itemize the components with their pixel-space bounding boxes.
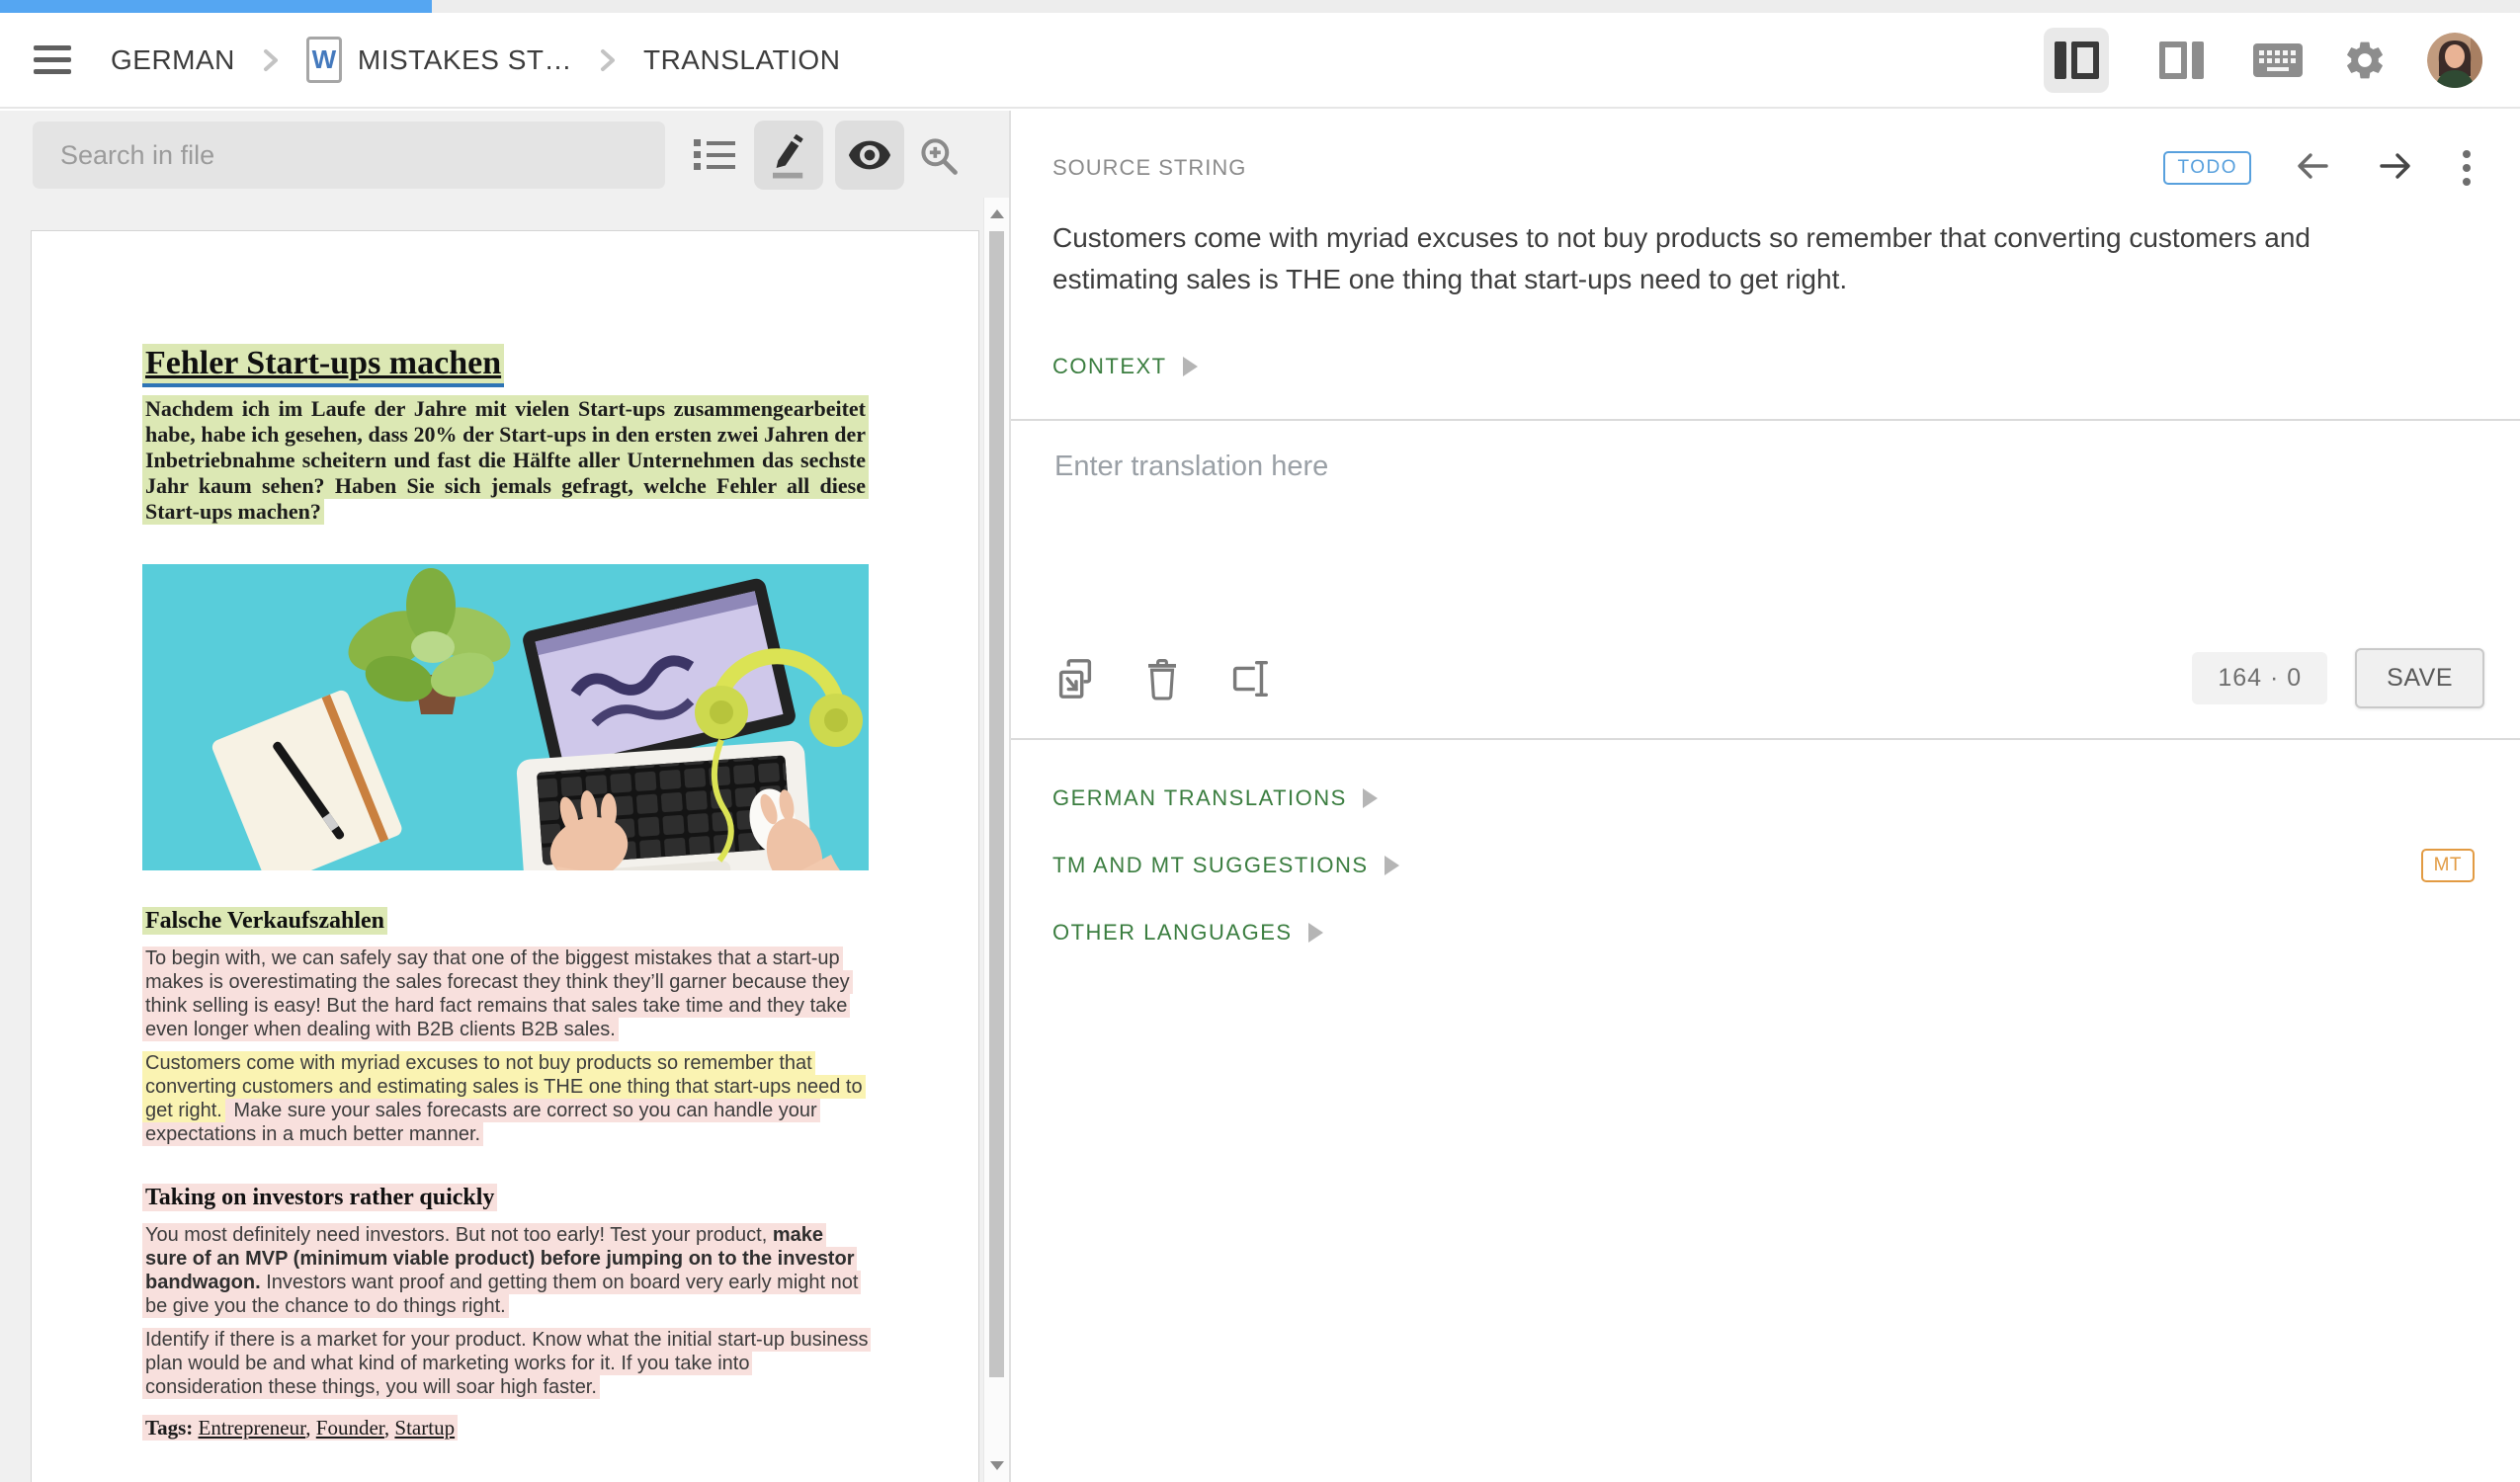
section-tm-mt-suggestions[interactable]: TM AND MT SUGGESTIONS MT — [1052, 851, 2475, 880]
hamburger-menu-icon[interactable] — [34, 39, 71, 81]
char-word-counter: 164 · 0 — [2192, 652, 2327, 704]
chevron-right-icon — [598, 45, 618, 75]
settings-button[interactable] — [2342, 38, 2388, 83]
expand-triangle-icon — [1385, 856, 1399, 875]
scroll-up-arrow-icon[interactable] — [990, 209, 1004, 218]
context-label: CONTEXT — [1052, 354, 1167, 379]
copy-source-icon — [1052, 656, 1098, 701]
doc-heading-investors: Taking on investors rather quickly — [142, 1182, 869, 1213]
panel-right-layout-icon — [2159, 41, 2204, 79]
user-avatar[interactable] — [2427, 33, 2482, 88]
translate-mode-button[interactable] — [754, 121, 823, 190]
translation-progress-track — [0, 0, 2520, 13]
doc-paragraph-sales-1: To begin with, we can safely say that on… — [142, 947, 869, 1041]
tag-link[interactable]: Entrepreneur — [199, 1416, 306, 1440]
next-string-button[interactable] — [2376, 149, 2415, 188]
breadcrumb-language[interactable]: GERMAN — [111, 44, 235, 76]
source-string-label: SOURCE STRING — [1052, 155, 1246, 181]
search-input[interactable] — [33, 122, 665, 189]
doc-photo-desk-flatlay — [142, 564, 869, 870]
section-other-languages[interactable]: OTHER LANGUAGES — [1052, 918, 2475, 947]
editor-actions-row: 164 · 0 SAVE — [1011, 648, 2520, 738]
scroll-down-arrow-icon[interactable] — [990, 1461, 1004, 1470]
doc-paragraph-sales-2: Customers come with myriad excuses to no… — [142, 1051, 869, 1146]
chevron-right-icon — [261, 45, 281, 75]
translation-input[interactable] — [1011, 421, 2520, 648]
select-text-button[interactable] — [1226, 656, 1272, 701]
doc-heading-investors-string[interactable]: Taking on investors rather quickly — [142, 1184, 497, 1211]
doc-intro-paragraph: Nachdem ich im Laufe der Jahre mit viele… — [142, 396, 869, 525]
doc-string[interactable]: You most definitely need investors. But … — [142, 1223, 861, 1318]
settings-gear-icon — [2342, 38, 2388, 83]
topbar-actions — [2044, 28, 2482, 93]
source-string-header: SOURCE STRING TODO — [1011, 111, 2520, 190]
side-by-side-layout-button[interactable] — [2044, 28, 2109, 93]
doc-title-string[interactable]: Fehler Start-ups machen — [142, 344, 504, 387]
mt-badge: MT — [2421, 849, 2475, 882]
doc-string[interactable]: Identify if there is a market for your p… — [142, 1328, 871, 1399]
doc-heading-sales-string[interactable]: Falsche Verkaufszahlen — [142, 907, 387, 935]
word-document-icon: W — [306, 37, 342, 83]
tag-link[interactable]: Founder — [316, 1416, 384, 1440]
document-preview-page: Fehler Start-ups machen Nachdem ich im L… — [31, 230, 979, 1482]
context-expander[interactable]: CONTEXT — [1052, 354, 1198, 379]
comfortable-layout-button[interactable] — [2148, 28, 2214, 93]
doc-paragraph-investors-1: You most definitely need investors. But … — [142, 1223, 869, 1318]
zoom-in-icon[interactable] — [917, 134, 961, 183]
strings-list-icon[interactable] — [692, 136, 737, 179]
doc-tags-line: Tags: Entrepreneur, Founder, Startup — [142, 1415, 869, 1441]
doc-heading-sales: Falsche Verkaufszahlen — [142, 905, 869, 937]
breadcrumb-file[interactable]: W MISTAKES ST… — [306, 37, 572, 83]
expand-triangle-icon — [1183, 357, 1198, 376]
save-button[interactable]: SAVE — [2355, 648, 2484, 708]
file-preview-panel: Fehler Start-ups machen Nachdem ich im L… — [0, 111, 1009, 1482]
section-german-translations[interactable]: GERMAN TRANSLATIONS — [1052, 783, 2475, 813]
doc-intro-string[interactable]: Nachdem ich im Laufe der Jahre mit viele… — [142, 395, 869, 525]
preview-scrollbar[interactable] — [983, 198, 1009, 1482]
scrollbar-thumb[interactable] — [989, 231, 1004, 1377]
doc-string[interactable]: Make sure your sales forecasts are corre… — [142, 1099, 820, 1146]
breadcrumb-file-label: MISTAKES ST… — [358, 44, 572, 76]
status-badge[interactable]: TODO — [2163, 151, 2251, 185]
breadcrumb-mode[interactable]: TRANSLATION — [643, 44, 840, 76]
tag-link[interactable]: Startup — [394, 1416, 455, 1440]
text-cursor-icon — [1226, 656, 1272, 701]
doc-title: Fehler Start-ups machen — [142, 342, 869, 385]
preview-eye-icon — [847, 132, 892, 178]
translation-progress-fill — [0, 0, 432, 13]
clear-translation-button[interactable] — [1141, 656, 1183, 701]
copy-source-button[interactable] — [1052, 656, 1098, 701]
trash-icon — [1141, 656, 1183, 701]
doc-paragraph-investors-2: Identify if there is a market for your p… — [142, 1328, 869, 1399]
keyboard-icon — [2253, 43, 2303, 77]
preview-mode-button[interactable] — [835, 121, 904, 190]
more-options-icon[interactable] — [2459, 146, 2475, 190]
breadcrumb: GERMAN W MISTAKES ST… TRANSLATION — [111, 37, 840, 83]
previous-string-button[interactable] — [2293, 149, 2332, 188]
keyboard-shortcuts-button[interactable] — [2253, 43, 2303, 77]
editor-sections: GERMAN TRANSLATIONS TM AND MT SUGGESTION… — [1011, 740, 2520, 947]
expand-triangle-icon — [1308, 923, 1323, 943]
top-bar: GERMAN W MISTAKES ST… TRANSLATION — [0, 13, 2520, 109]
source-string-text: Customers come with myriad excuses to no… — [1052, 217, 2411, 300]
doc-tags-string: Tags: Entrepreneur, Founder, Startup — [142, 1415, 458, 1441]
tags-label: Tags: — [145, 1416, 193, 1440]
panel-left-layout-icon — [2055, 41, 2099, 79]
doc-string[interactable]: To begin with, we can safely say that on… — [142, 947, 853, 1041]
expand-triangle-icon — [1363, 788, 1378, 808]
translation-editor-panel: SOURCE STRING TODO Customers come with m… — [1009, 111, 2520, 1482]
edit-pencil-icon — [767, 131, 810, 179]
